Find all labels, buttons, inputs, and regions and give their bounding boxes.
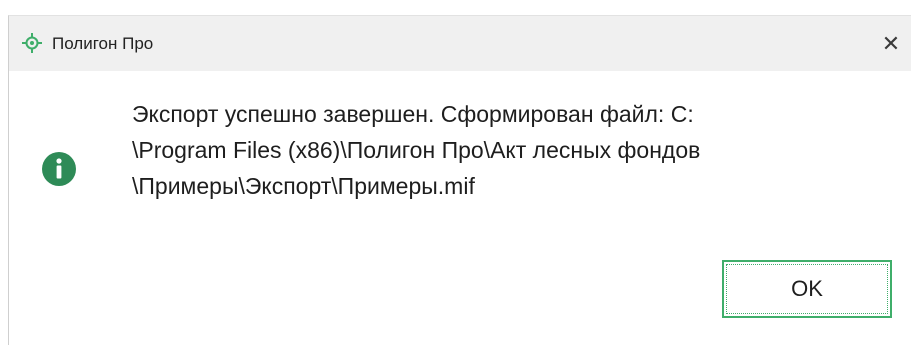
- title-bar[interactable]: Полигон Про ✕: [9, 16, 911, 71]
- message-line: Экспорт успешно завершен. Сформирован фа…: [132, 101, 694, 127]
- window-title: Полигон Про: [52, 33, 154, 53]
- message-text: Экспорт успешно завершен. Сформирован фа…: [132, 96, 911, 204]
- ok-button[interactable]: OK: [722, 260, 892, 318]
- message-dialog: Полигон Про ✕ Экспорт успешно завершен. …: [8, 15, 911, 345]
- message-line: \Примеры\Экспорт\Примеры.mif: [132, 173, 475, 199]
- info-icon: [42, 152, 76, 186]
- message-line: \Program Files (x86)\Полигон Про\Акт лес…: [132, 137, 701, 163]
- crosshair-locator-icon: [22, 33, 42, 53]
- close-icon[interactable]: ✕: [871, 16, 911, 71]
